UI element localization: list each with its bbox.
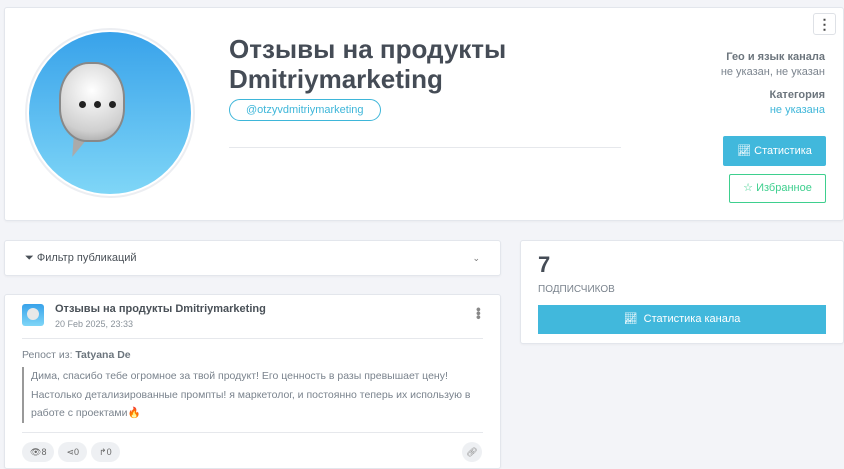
share-icon: ⋖ [66,447,74,457]
post-text: Дима, спасибо тебе огромное за твой прод… [22,367,483,423]
post-channel-name[interactable]: Отзывы на продукты Dmitriymarketing [55,303,266,315]
post-card: Отзывы на продукты Dmitriymarketing 20 F… [4,294,501,469]
repost-label: Репост из: [22,349,73,361]
category-value[interactable]: не указана [769,103,825,118]
forwards-count: 0 [106,447,112,457]
category-label: Категория [769,89,825,101]
channel-avatar [25,28,195,198]
favorite-button[interactable]: ☆ Избранное [729,174,826,203]
speech-bubble-icon [59,62,125,142]
repost-author: Tatyana De [75,349,131,361]
subscriber-label: подписчиков [538,284,615,295]
geo-info: Гео и язык канала не указан, не указан [721,50,825,80]
shares-pill: ⋖0 [58,442,88,462]
post-stats: 👁︎8 ⋖0 ↱0 [22,442,120,462]
views-pill: 👁︎8 [22,442,55,462]
filter-label: Фильтр публикаций [36,252,137,264]
subscriber-count: 7 [538,252,551,277]
publication-filter[interactable]: ⏷ Фильтр публикаций ⌄ [4,240,501,276]
statistics-button[interactable]: 📈︎ Статистика [723,136,826,166]
repost-info: Репост из: Tatyana De [22,349,131,361]
star-icon: ☆ [743,182,757,194]
chevron-down-icon: ⌄ [472,253,480,263]
more-menu-button[interactable]: ⋮ [813,13,836,35]
divider [22,432,483,433]
subscribers-card: 7 подписчиков 📈︎ Статистика канала [520,240,844,344]
forwards-pill: ↱0 [91,442,120,462]
post-date: 20 Feb 2025, 23:33 [55,319,134,329]
link-icon[interactable]: 🔗︎ [462,442,482,462]
statistics-label: Статистика [754,145,812,157]
post-menu-icon[interactable]: ••• [471,307,487,319]
filter-icon: ⏷ [25,252,37,264]
forward-icon: ↱ [99,447,107,457]
shares-count: 0 [74,447,80,457]
eye-icon: 👁︎ [30,447,42,457]
divider [22,338,483,339]
channel-title: Отзывы на продукты Dmitriymarketing [229,34,507,94]
chart-icon: 📈︎ [623,313,644,325]
geo-value: не указан, не указан [720,66,825,78]
category-info: Категория не указана [769,88,825,118]
divider [229,147,621,148]
chart-icon: 📈︎ [737,145,755,157]
geo-label: Гео и язык канала [726,51,825,63]
channel-header-card: Отзывы на продукты Dmitriymarketing @otz… [4,7,844,221]
post-channel-avatar [22,304,44,326]
views-count: 8 [41,447,47,457]
favorite-label: Избранное [756,182,812,194]
channel-statistics-label: Статистика канала [643,313,741,325]
channel-handle-link[interactable]: @otzyvdmitriymarketing [229,99,381,121]
channel-statistics-button[interactable]: 📈︎ Статистика канала [538,305,826,334]
